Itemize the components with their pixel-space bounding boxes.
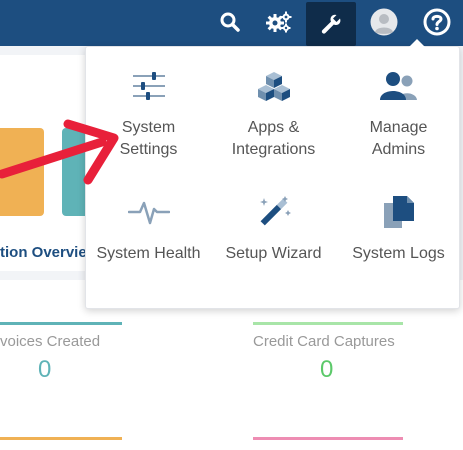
stat-divider (253, 437, 403, 440)
copy-files-icon (383, 191, 415, 233)
wrench-icon (321, 14, 341, 34)
help-button[interactable] (419, 3, 455, 41)
gears-icon (266, 11, 292, 33)
menu-item-label: Manage Admins (369, 119, 428, 158)
stat-label: Credit Card Captures (253, 333, 395, 350)
search-icon (220, 12, 240, 32)
heartbeat-icon (127, 191, 170, 233)
menu-item-label: System Health (96, 245, 201, 262)
menu-item-setup-wizard[interactable]: Setup Wizard (211, 173, 336, 303)
sliders-icon (132, 65, 166, 107)
stat-value: 0 (38, 356, 52, 383)
settings-gears-button[interactable] (261, 3, 297, 41)
stat-label: voices Created (0, 333, 101, 350)
stat-divider (0, 322, 122, 325)
dropdown-pointer (409, 39, 425, 47)
top-navigation-bar (0, 0, 463, 46)
menu-item-system-logs[interactable]: System Logs (336, 173, 461, 303)
annotation-arrow (0, 119, 119, 185)
menu-item-label: Setup Wizard (225, 245, 322, 262)
menu-item-label: Apps & Integrations (231, 119, 316, 158)
stat-value: 0 (320, 356, 334, 383)
users-icon (379, 65, 419, 107)
tools-menu-button[interactable] (306, 2, 356, 46)
magic-wand-icon (256, 191, 292, 233)
menu-item-system-health[interactable]: System Health (86, 173, 211, 303)
menu-item-apps-integrations[interactable]: Apps & Integrations (211, 47, 336, 177)
stat-divider (253, 322, 403, 325)
help-icon (423, 8, 451, 36)
tools-dropdown-menu: System Settings Apps & Integrations Mana… (85, 39, 461, 309)
stat-divider (0, 437, 122, 440)
search-button[interactable] (212, 3, 248, 41)
section-title: tion Overvie (0, 244, 87, 261)
menu-item-label: System Logs (352, 245, 445, 262)
menu-item-manage-admins[interactable]: Manage Admins (336, 47, 461, 177)
avatar-icon (370, 8, 398, 36)
cubes-icon (257, 65, 291, 107)
user-avatar-button[interactable] (366, 3, 402, 41)
